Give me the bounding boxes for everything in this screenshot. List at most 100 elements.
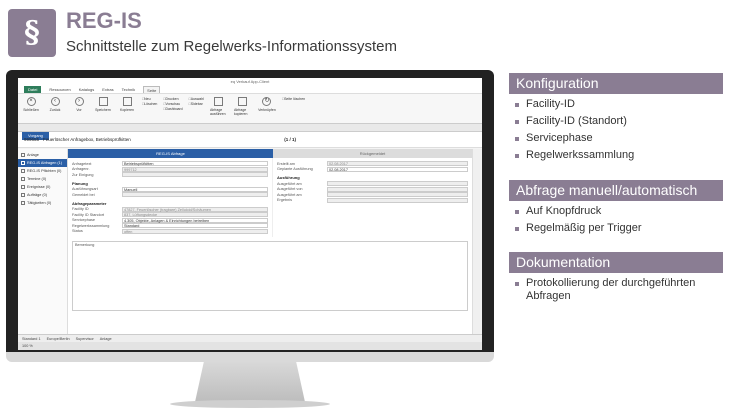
nav-item-ereignisse[interactable]: Ereignisse (0): [18, 183, 67, 191]
nav-item-regis-abfragen[interactable]: REG-IS Abfragen (1): [18, 159, 67, 167]
copy-query-button[interactable]: Abfrage kopieren: [234, 97, 252, 120]
group-planung: Planung: [72, 180, 88, 186]
content-area: Anlage REG-IS Abfragen (1) REG-IS Pflich…: [18, 149, 482, 342]
task-icon: [21, 201, 25, 205]
field-row: Status offen: [72, 228, 268, 235]
field-value[interactable]: Betriebsprüfkitten: [122, 161, 268, 167]
section-rueckgemeldet: Rückgemeldet: [273, 149, 472, 158]
panel-konfiguration-title: Konfiguration: [509, 73, 723, 94]
panel-abfrage-title: Abfrage manuell/automatisch: [509, 180, 723, 201]
new-button[interactable]: Neu: [142, 97, 157, 101]
execution-type-select[interactable]: Manuell: [122, 186, 268, 192]
footer-bar: 100 %: [18, 342, 482, 350]
date-field: 02.08.2017: [327, 161, 468, 167]
record-title: 999655 - Feuerlöscher Anfragebox, Betrie…: [24, 137, 131, 142]
save-icon: [98, 97, 108, 106]
field-row: Zur Einigung: [72, 172, 268, 178]
nav-item-auftraege[interactable]: Aufträge (0): [18, 191, 67, 199]
slide-subtitle: Schnittstelle zum Regelwerks-Information…: [66, 38, 397, 55]
link-button[interactable]: ↻ Verknüpfen: [258, 97, 276, 120]
field-row: Ausgeführt am: [277, 192, 468, 198]
menu-item[interactable]: Ressourcen: [49, 86, 70, 93]
record-header: 999655 - Feuerlöscher Anfragebox, Betrie…: [18, 132, 482, 148]
copy-button[interactable]: Kopieren: [118, 97, 136, 120]
panel-dokumentation-title: Dokumentation: [509, 252, 723, 273]
preview-button[interactable]: Vorschau: [163, 102, 182, 106]
back-icon: ‹: [50, 97, 60, 106]
close-button[interactable]: × Schließen: [22, 97, 40, 120]
section-header: REG-IS Abfrage Rückgemeldet: [68, 149, 472, 158]
dashboard-button[interactable]: Dashboard: [163, 107, 182, 111]
field-value: [122, 192, 268, 198]
ribbon-small-group: Neu Löschen: [142, 97, 157, 120]
ribbon-small-group: Auswahl Sidebar: [189, 97, 204, 120]
field-value: [327, 197, 468, 203]
menu-item[interactable]: Extras: [102, 86, 113, 93]
field-value: [327, 192, 468, 198]
list-item: Regelwerkssammlung: [512, 147, 726, 164]
run-query-button[interactable]: Abfrage ausführen: [210, 97, 228, 120]
panel-dokumentation-list: Protokollierung der durchgeführten Abfra…: [512, 277, 712, 303]
list-item: Facility-ID: [512, 96, 726, 113]
field-row: Ausgeführt am: [277, 181, 468, 187]
menu-item[interactable]: Katalogs: [79, 86, 95, 93]
remark-field[interactable]: Bemerkung: [72, 241, 468, 311]
list-item: Regelmäßig per Trigger: [512, 220, 726, 237]
slide: § REG-IS Schnittstelle zum Regelwerks-In…: [0, 0, 731, 418]
menu-item-active[interactable]: Seite: [143, 86, 161, 93]
right-sidebar-rail[interactable]: [472, 149, 482, 342]
document-tabs: Vorgang: [18, 124, 482, 140]
field-value: 999712: [122, 166, 268, 172]
field-value[interactable]: Standard: [122, 223, 268, 229]
event-icon: [21, 185, 25, 189]
forward-button[interactable]: › Vor: [70, 97, 88, 120]
zoom-level[interactable]: 100 %: [22, 344, 33, 348]
field-row: Facility ID 47827, Feuerlöscher (tragbare…: [72, 206, 268, 213]
save-button[interactable]: Speichern: [94, 97, 112, 120]
order-icon: [21, 193, 25, 197]
field-row: Anfragetext Betriebsprüfkitten: [72, 161, 268, 167]
sidebar-button[interactable]: Sidebar: [189, 102, 204, 106]
slide-title: REG-IS: [66, 8, 142, 33]
left-nav: Anlage REG-IS Abfragen (1) REG-IS Pflich…: [18, 149, 68, 342]
app-screen: eq Verkauf App-Client Datei Ressourcen K…: [18, 78, 482, 350]
menu-item-file[interactable]: Datei: [24, 86, 42, 93]
window-title: eq Verkauf App-Client: [18, 78, 482, 86]
date-field[interactable]: 02.08.2017: [327, 166, 468, 172]
form-left-column: Anfragetext Betriebsprüfkitten Anfragenr.…: [68, 158, 273, 237]
menu-bar: Datei Ressourcen Katalogs Extras Technik…: [18, 86, 482, 94]
nav-item-taetigkeiten[interactable]: Tätigkeiten (0): [18, 199, 67, 207]
field-row: Geplante Ausführung 02.08.2017: [277, 166, 468, 173]
nav-item-anlage[interactable]: Anlage: [18, 151, 67, 159]
monitor-frame: eq Verkauf App-Client Datei Ressourcen K…: [6, 70, 494, 360]
status-bar: Standard 1 Europe/Berlin Supervisor Anla…: [18, 334, 482, 342]
delete-button[interactable]: Löschen: [142, 102, 157, 106]
selection-button[interactable]: Auswahl: [189, 97, 204, 101]
copy-icon: [122, 97, 132, 106]
field-row: Ausführungsart Manuell: [72, 186, 268, 193]
nav-item-regis-pflichten[interactable]: REG-IS Pflichten (0): [18, 167, 67, 175]
ribbon-small-group: Seite löschen: [282, 97, 305, 120]
form-right-column: Erstellt am 02.08.2017 Geplante Ausführun…: [273, 158, 472, 237]
status-item: Anlage: [99, 337, 112, 341]
field-value[interactable]: 4.305, Objekte, Anlagen & Einrichtungen …: [122, 217, 268, 223]
form-main: REG-IS Abfrage Rückgemeldet Anfragetext B…: [68, 149, 472, 342]
nav-item-termine[interactable]: Termine (0): [18, 175, 67, 183]
print-button[interactable]: Drucken: [163, 97, 182, 101]
play-icon: [214, 97, 224, 106]
status-item: Europe/Berlin: [46, 337, 70, 341]
group-ausfuehrung: Ausführung: [277, 175, 300, 180]
delete-page-button[interactable]: Seite löschen: [282, 97, 305, 101]
ribbon-small-group: Drucken Vorschau Dashboard: [163, 97, 182, 120]
section-regis-abfrage: REG-IS Abfrage: [68, 149, 273, 158]
field-value: 47827, Feuerlöscher (tragbare) Zelluloid…: [122, 206, 268, 212]
paragraph-logo: §: [8, 9, 56, 57]
group-abfrageparameter: Abfrageparameter: [72, 200, 107, 206]
back-button[interactable]: ‹ Zurück: [46, 97, 64, 120]
field-value: [122, 172, 268, 178]
menu-item[interactable]: Technik: [122, 86, 136, 93]
field-row: Regelwerkssammlung Standard: [72, 223, 268, 229]
close-icon: ×: [26, 97, 36, 106]
panel-konfiguration-list: Facility-ID Facility-ID (Standort) Servi…: [512, 96, 726, 164]
status-item: Supervisor: [75, 337, 94, 341]
